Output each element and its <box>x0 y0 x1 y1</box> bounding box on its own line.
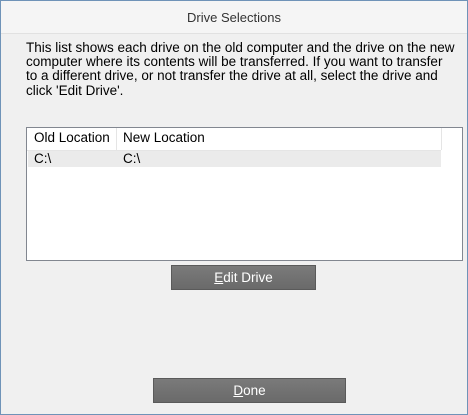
new-location-cell: C:\ <box>123 151 141 166</box>
window-title: Drive Selections <box>187 9 281 25</box>
edit-drive-label: dit Drive <box>223 270 273 285</box>
title-bar[interactable]: Drive Selections <box>1 1 467 34</box>
list-item-drive-c[interactable]: C:\ C:\ <box>28 151 441 167</box>
edit-drive-mnemonic: E <box>214 270 224 285</box>
drive-selections-dialog: Drive Selections This list shows each dr… <box>0 0 468 415</box>
dialog-content: This list shows each drive on the old co… <box>1 34 467 414</box>
column-header-new-location[interactable]: New Location <box>117 128 441 150</box>
instructions-text: This list shows each drive on the old co… <box>26 40 455 98</box>
old-location-cell: C:\ <box>34 151 52 166</box>
done-mnemonic: D <box>233 383 244 398</box>
done-button[interactable]: Done <box>153 378 346 403</box>
column-header-old-location[interactable]: Old Location <box>27 128 117 150</box>
list-header: Old Location New Location <box>27 128 441 151</box>
edit-drive-button[interactable]: Edit Drive <box>171 265 316 290</box>
drive-list[interactable]: Old Location New Location C:\ C:\ <box>26 127 463 261</box>
column-divider <box>441 128 442 150</box>
done-label: one <box>243 383 266 398</box>
